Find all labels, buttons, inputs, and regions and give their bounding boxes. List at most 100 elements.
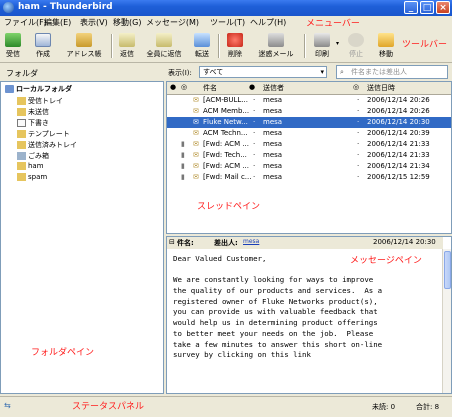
thread-pane-annotation: スレッドペイン (197, 202, 261, 212)
thread-row[interactable]: ▮ ✉ [Fwd: ACM ... · mesa · 2006/12/14 21:34 (167, 161, 451, 172)
junk-icon (268, 33, 284, 47)
print-button[interactable]: 印刷 (309, 31, 335, 61)
message-envelope-icon: ✉ (193, 118, 199, 126)
folder-drafts[interactable]: 下書き (17, 118, 49, 129)
forward-button[interactable]: 転送 (190, 31, 214, 61)
column-date[interactable]: 送信日時 (367, 83, 395, 93)
folder-ham[interactable]: ham (17, 162, 44, 173)
message-body-line (173, 265, 439, 276)
scrollbar-thumb[interactable] (444, 251, 451, 289)
write-button[interactable]: 作成 (31, 31, 55, 61)
local-folders-icon (5, 85, 14, 93)
from-link[interactable]: mesa (243, 238, 259, 245)
row-subject: [Fwd: Mail c... (203, 173, 252, 181)
junk-status-icon: · (357, 140, 360, 148)
read-status-icon: · (253, 151, 256, 159)
view-label: 表示(I): (168, 69, 192, 77)
title-bar: ham - Thunderbird _ □ × (0, 0, 452, 16)
junk-column-icon[interactable]: ◎ (353, 83, 359, 91)
thread-row[interactable]: ✉ ACM Memb... · mesa · 2006/12/14 20:26 (167, 106, 451, 117)
folder-trash[interactable]: ごみ箱 (17, 151, 49, 162)
row-date: 2006/12/14 21:33 (367, 140, 430, 148)
junk-status-icon: · (357, 96, 360, 104)
row-subject: ACM Techn... (203, 129, 248, 137)
attachment-column-icon[interactable]: ◎ (181, 83, 187, 91)
get-mail-button[interactable]: 受信 (1, 31, 25, 61)
inbox-icon (17, 97, 26, 105)
row-subject: Fluke Netw... (203, 118, 248, 126)
thread-row[interactable]: ✉ Fluke Netw... · mesa · 2006/12/14 20:30 (167, 117, 451, 128)
message-scrollbar[interactable] (442, 249, 451, 393)
read-status-icon: · (253, 118, 256, 126)
attachment-icon: ▮ (181, 162, 185, 170)
move-button[interactable]: 移動 (374, 31, 398, 61)
get-mail-icon (5, 33, 21, 47)
subject-label: 件名: (177, 239, 194, 247)
reply-icon (119, 33, 135, 47)
folder-sent[interactable]: 送信済みトレイ (17, 140, 77, 151)
status-bar: ⇆ ステータスパネル 未読: 0 合計: 8 (0, 396, 452, 417)
collapse-toggle-icon[interactable]: ⊟ (169, 238, 175, 246)
message-body-line: We are constantly looking for ways to im… (173, 275, 374, 285)
thread-row[interactable]: ✉ [ACM-BULL... · mesa · 2006/12/14 20:26 (167, 95, 451, 106)
message-pane: ⊟ 件名: 差出人: mesa 2006/12/14 20:30 メッセージペイ… (166, 236, 452, 394)
thread-row[interactable]: ▮ ✉ [Fwd: Tech... · mesa · 2006/12/14 21:33 (167, 150, 451, 161)
print-dropdown-arrow-icon[interactable]: ▾ (336, 40, 339, 47)
toolbar-annotation: ツールバー (402, 40, 448, 50)
close-button[interactable]: × (436, 1, 450, 14)
row-from: mesa (263, 140, 283, 148)
delete-button[interactable]: 削除 (223, 31, 247, 61)
folder-templates[interactable]: テンプレート (17, 129, 70, 140)
toolbar: 受信 作成 アドレス帳 返信 全員に返信 転送 削除 迷惑メール 印刷 ▾ 停止 (0, 30, 452, 63)
unread-count: 未読: 0 (372, 403, 396, 411)
folder-local-folders[interactable]: ローカルフォルダ (5, 84, 72, 95)
total-count: 合計: 8 (416, 403, 440, 411)
thread-row[interactable]: ▮ ✉ [Fwd: ACM ... · mesa · 2006/12/14 21:33 (167, 139, 451, 150)
column-subject[interactable]: 件名 (203, 83, 217, 93)
thread-column-icon[interactable]: ● (170, 83, 176, 91)
address-book-button[interactable]: アドレス帳 (61, 31, 107, 61)
thread-row[interactable]: ▮ ✉ [Fwd: Mail c... · mesa · 2006/12/15 12:59 (167, 172, 451, 183)
search-icon: ⌕ (340, 68, 344, 76)
search-input[interactable]: ⌕ 件名または差出人 (336, 65, 448, 79)
minimize-button[interactable]: _ (404, 1, 418, 14)
message-body-line: the quality of our products and services… (173, 286, 383, 296)
offline-status-icon[interactable]: ⇆ (4, 401, 11, 410)
message-envelope-icon: ✉ (193, 151, 199, 159)
view-select[interactable]: すべて ▾ (199, 66, 327, 78)
message-body-line: to better meet your needs on the job. Pl… (173, 328, 374, 338)
unread-column-icon[interactable]: ● (249, 83, 255, 91)
menu-message[interactable]: メッセージ(M) (146, 17, 199, 28)
print-icon (314, 33, 330, 47)
read-status-icon: · (253, 173, 256, 181)
reply-button[interactable]: 返信 (115, 31, 139, 61)
status-panel-annotation: ステータスパネル (72, 402, 145, 412)
menu-help[interactable]: ヘルプ(H) (250, 17, 286, 28)
message-body-line: would help us in determining product off… (173, 318, 378, 328)
thunderbird-icon (3, 2, 14, 13)
folder-icon (17, 162, 26, 170)
stop-button[interactable]: 停止 (345, 31, 367, 61)
row-date: 2006/12/14 21:33 (367, 151, 430, 159)
message-body-line: take a few minutes to answer this short … (173, 339, 383, 349)
maximize-button[interactable]: □ (420, 1, 434, 14)
junk-status-icon: · (357, 129, 360, 137)
reply-all-button[interactable]: 全員に返信 (143, 31, 185, 61)
folder-spam[interactable]: spam (17, 173, 47, 184)
junk-status-icon: · (357, 107, 360, 115)
message-envelope-icon: ✉ (193, 107, 199, 115)
chevron-down-icon: ▾ (320, 68, 324, 76)
folder-unsent[interactable]: 未送信 (17, 107, 49, 118)
address-book-icon (76, 33, 92, 47)
thread-header: ● ◎ 件名 ● 送信者 ◎ 送信日時 (167, 82, 451, 95)
junk-button[interactable]: 迷惑メール (255, 31, 297, 61)
menu-go[interactable]: 移動(G) (113, 17, 141, 28)
menu-view[interactable]: 表示(V) (80, 17, 108, 28)
thread-row[interactable]: ✉ ACM Techn... · mesa · 2006/12/14 20:39 (167, 128, 451, 139)
folder-inbox[interactable]: 受信トレイ (17, 96, 63, 107)
menu-file[interactable]: ファイル(F) (4, 17, 47, 28)
menu-edit[interactable]: 編集(E) (44, 17, 71, 28)
column-from[interactable]: 送信者 (263, 83, 284, 93)
menu-tools[interactable]: ツール(T) (210, 17, 245, 28)
row-subject: ACM Memb... (203, 107, 250, 115)
